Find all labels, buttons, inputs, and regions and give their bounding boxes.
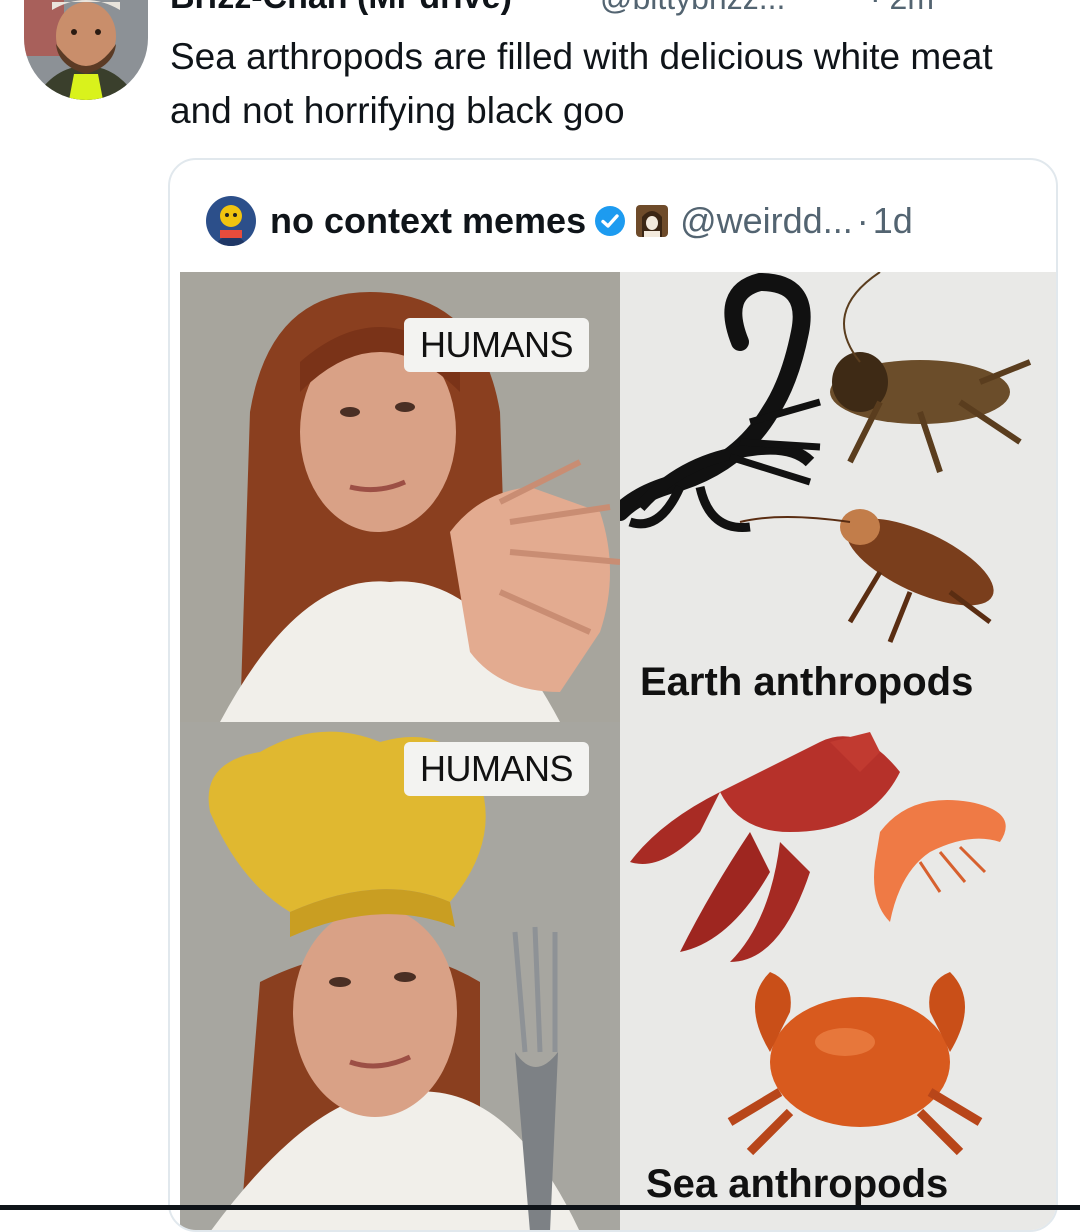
quoted-post-time[interactable]: 1d xyxy=(873,200,913,242)
author-name[interactable]: Brizz-Chan (Mr drive) xyxy=(170,0,512,17)
humans-label-bottom: HUMANS xyxy=(404,742,590,796)
tweet-header: Brizz-Chan (Mr drive) @bittybrizz... · 2… xyxy=(170,0,1070,18)
separator-dot: · xyxy=(856,200,869,241)
author-handle[interactable]: @bittybrizz... xyxy=(600,0,785,17)
scorpion-illustration xyxy=(611,272,821,532)
lobster-illustration xyxy=(630,732,900,962)
cricket-illustration xyxy=(830,272,1032,473)
arthropods-panel xyxy=(611,272,1056,1230)
sea-anthropods-caption: Sea anthropods xyxy=(646,1162,949,1206)
quoted-author-handle[interactable]: @weirdd... xyxy=(680,200,853,242)
quoted-author-name[interactable]: no context memes xyxy=(270,200,586,242)
crab-illustration xyxy=(727,972,983,1156)
earth-anthropods-caption: Earth anthropods xyxy=(640,660,974,704)
humans-label-top: HUMANS xyxy=(404,318,590,372)
tweet-text: Sea arthropods are filled with delicious… xyxy=(170,36,993,131)
cockroach-illustration xyxy=(739,509,994,643)
post-time[interactable]: · 2m xyxy=(870,0,934,17)
avatar[interactable] xyxy=(24,0,148,100)
meme-image[interactable]: HUMANS HUMANS Earth anthropods Sea anthr… xyxy=(180,272,1056,1230)
bottom-edge-bar xyxy=(0,1205,1080,1210)
quoted-avatar[interactable] xyxy=(206,196,256,246)
woman-chef-photo xyxy=(180,722,620,1230)
quoted-tweet-header: no context memes @weirdd... · 1d xyxy=(206,196,913,246)
user-emoji-icon xyxy=(636,205,669,237)
verified-badge-icon xyxy=(595,206,626,236)
shrimp-illustration xyxy=(874,800,1006,922)
quoted-tweet-card[interactable]: no context memes @weirdd... · 1d HUMANS … xyxy=(168,158,1058,1232)
